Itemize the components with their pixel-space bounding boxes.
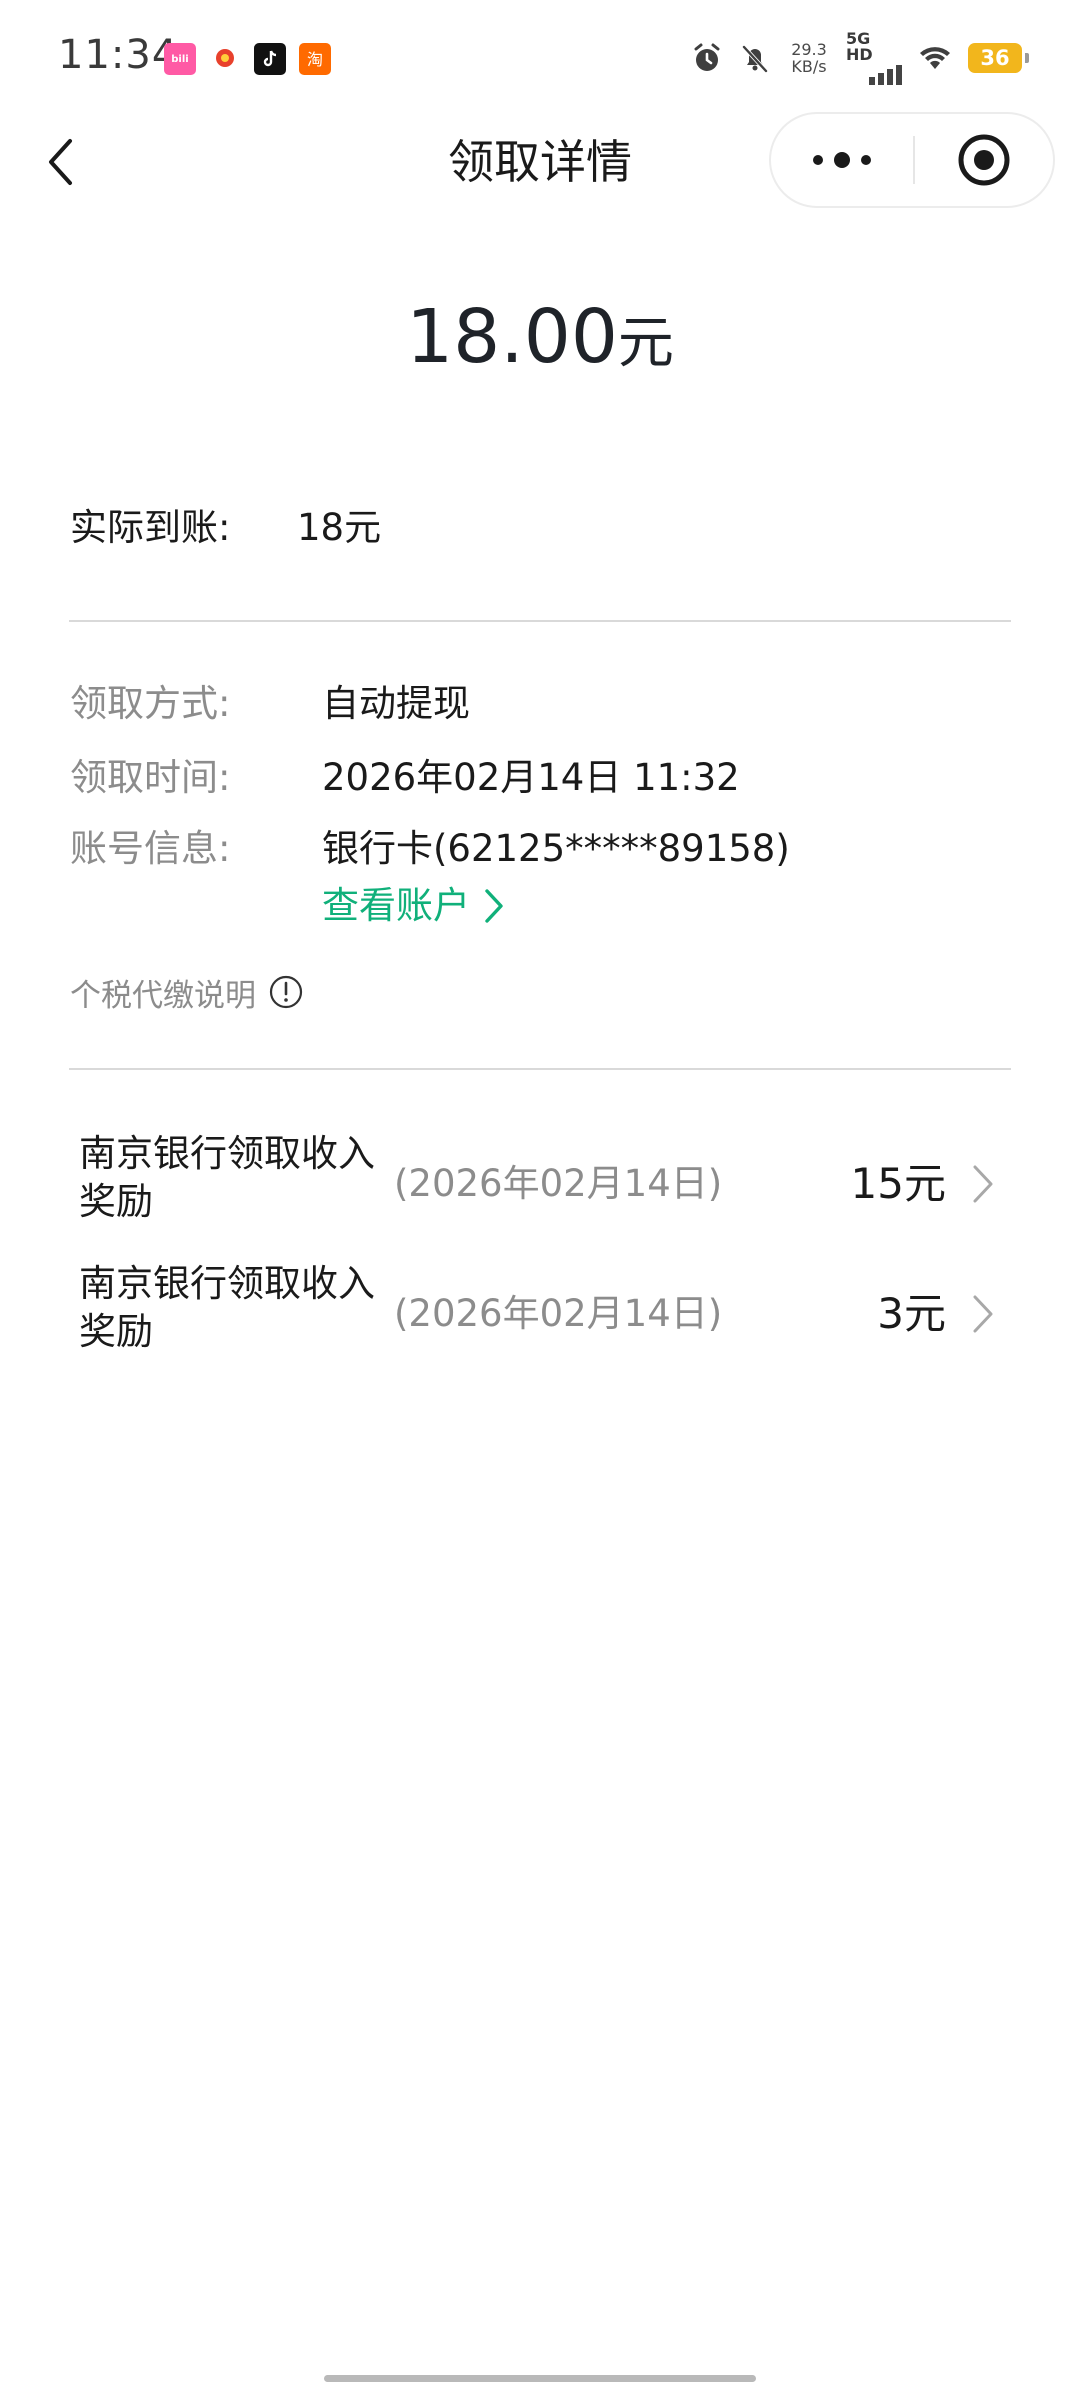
claim-time-label: 领取时间: (70, 756, 231, 799)
income-amount: 3元 (877, 1289, 946, 1338)
actual-received-label: 实际到账: (70, 506, 231, 549)
bilibili-icon: bili (164, 43, 196, 75)
tax-note-label: 个税代缴说明 (70, 977, 256, 1014)
signal-bars-icon (869, 65, 902, 85)
income-item[interactable]: 南京银行领取收入奖励 (2026年02月14日) 15元 (0, 1120, 1080, 1250)
total-amount: 18.00元 (0, 292, 1080, 402)
amount-value: 18.00 (406, 294, 618, 380)
account-info-value: 银行卡(62125*****89158) (322, 827, 790, 870)
amount-unit: 元 (617, 311, 674, 376)
close-mini-program-button[interactable] (915, 114, 1053, 206)
status-time: 11:34 (58, 32, 179, 78)
claim-method-value: 自动提现 (322, 682, 470, 725)
chevron-right-icon (973, 1165, 993, 1203)
income-title: 南京银行领取收入奖励 (79, 1132, 375, 1223)
battery-indicator: 36 (968, 43, 1029, 73)
home-indicator[interactable] (324, 2375, 756, 2382)
view-account-label: 查看账户 (322, 884, 470, 927)
income-amount: 15元 (850, 1159, 946, 1208)
battery-level: 36 (980, 46, 1010, 70)
income-date: (2026年02月14日) (394, 1162, 723, 1205)
svg-text:淘: 淘 (307, 50, 323, 69)
income-title: 南京银行领取收入奖励 (79, 1262, 375, 1353)
chevron-right-icon (485, 889, 503, 923)
actual-received-value: 18元 (297, 506, 382, 549)
taobao-icon: 淘 (299, 43, 331, 75)
account-info-label: 账号信息: (70, 827, 231, 870)
network-type: 5G HD (846, 29, 873, 64)
more-dots-icon (813, 152, 871, 168)
claim-time-value: 2026年02月14日 11:32 (322, 756, 740, 799)
cell-signal: 5G HD (846, 31, 902, 85)
net-speed: 29.3 KB/s (786, 41, 832, 75)
status-right-cluster: 29.3 KB/s 5G HD 36 (690, 31, 1029, 85)
tiktok-icon (254, 43, 286, 75)
income-date: (2026年02月14日) (394, 1292, 723, 1335)
income-item[interactable]: 南京银行领取收入奖励 (2026年02月14日) 3元 (0, 1250, 1080, 1380)
claim-method-label: 领取方式: (70, 682, 231, 725)
more-button[interactable] (771, 114, 913, 206)
view-account-link[interactable]: 查看账户 (322, 880, 506, 932)
divider (69, 620, 1011, 622)
divider (69, 1068, 1011, 1070)
net-speed-unit: KB/s (791, 57, 827, 76)
chevron-right-icon (973, 1295, 993, 1333)
mini-program-capsule (769, 112, 1055, 208)
alarm-icon (694, 43, 720, 71)
info-icon (269, 975, 303, 1009)
tax-withholding-note[interactable]: 个税代缴说明 (70, 970, 304, 1014)
mute-bell-icon (742, 45, 768, 73)
target-circle-icon (958, 134, 1010, 186)
taobao-special-icon (209, 43, 241, 75)
net-speed-value: 29.3 (791, 40, 827, 59)
status-bar: 11:34 bili 淘 29.3 KB/s 5G HD 36 (0, 0, 1080, 118)
wifi-icon (920, 47, 950, 69)
